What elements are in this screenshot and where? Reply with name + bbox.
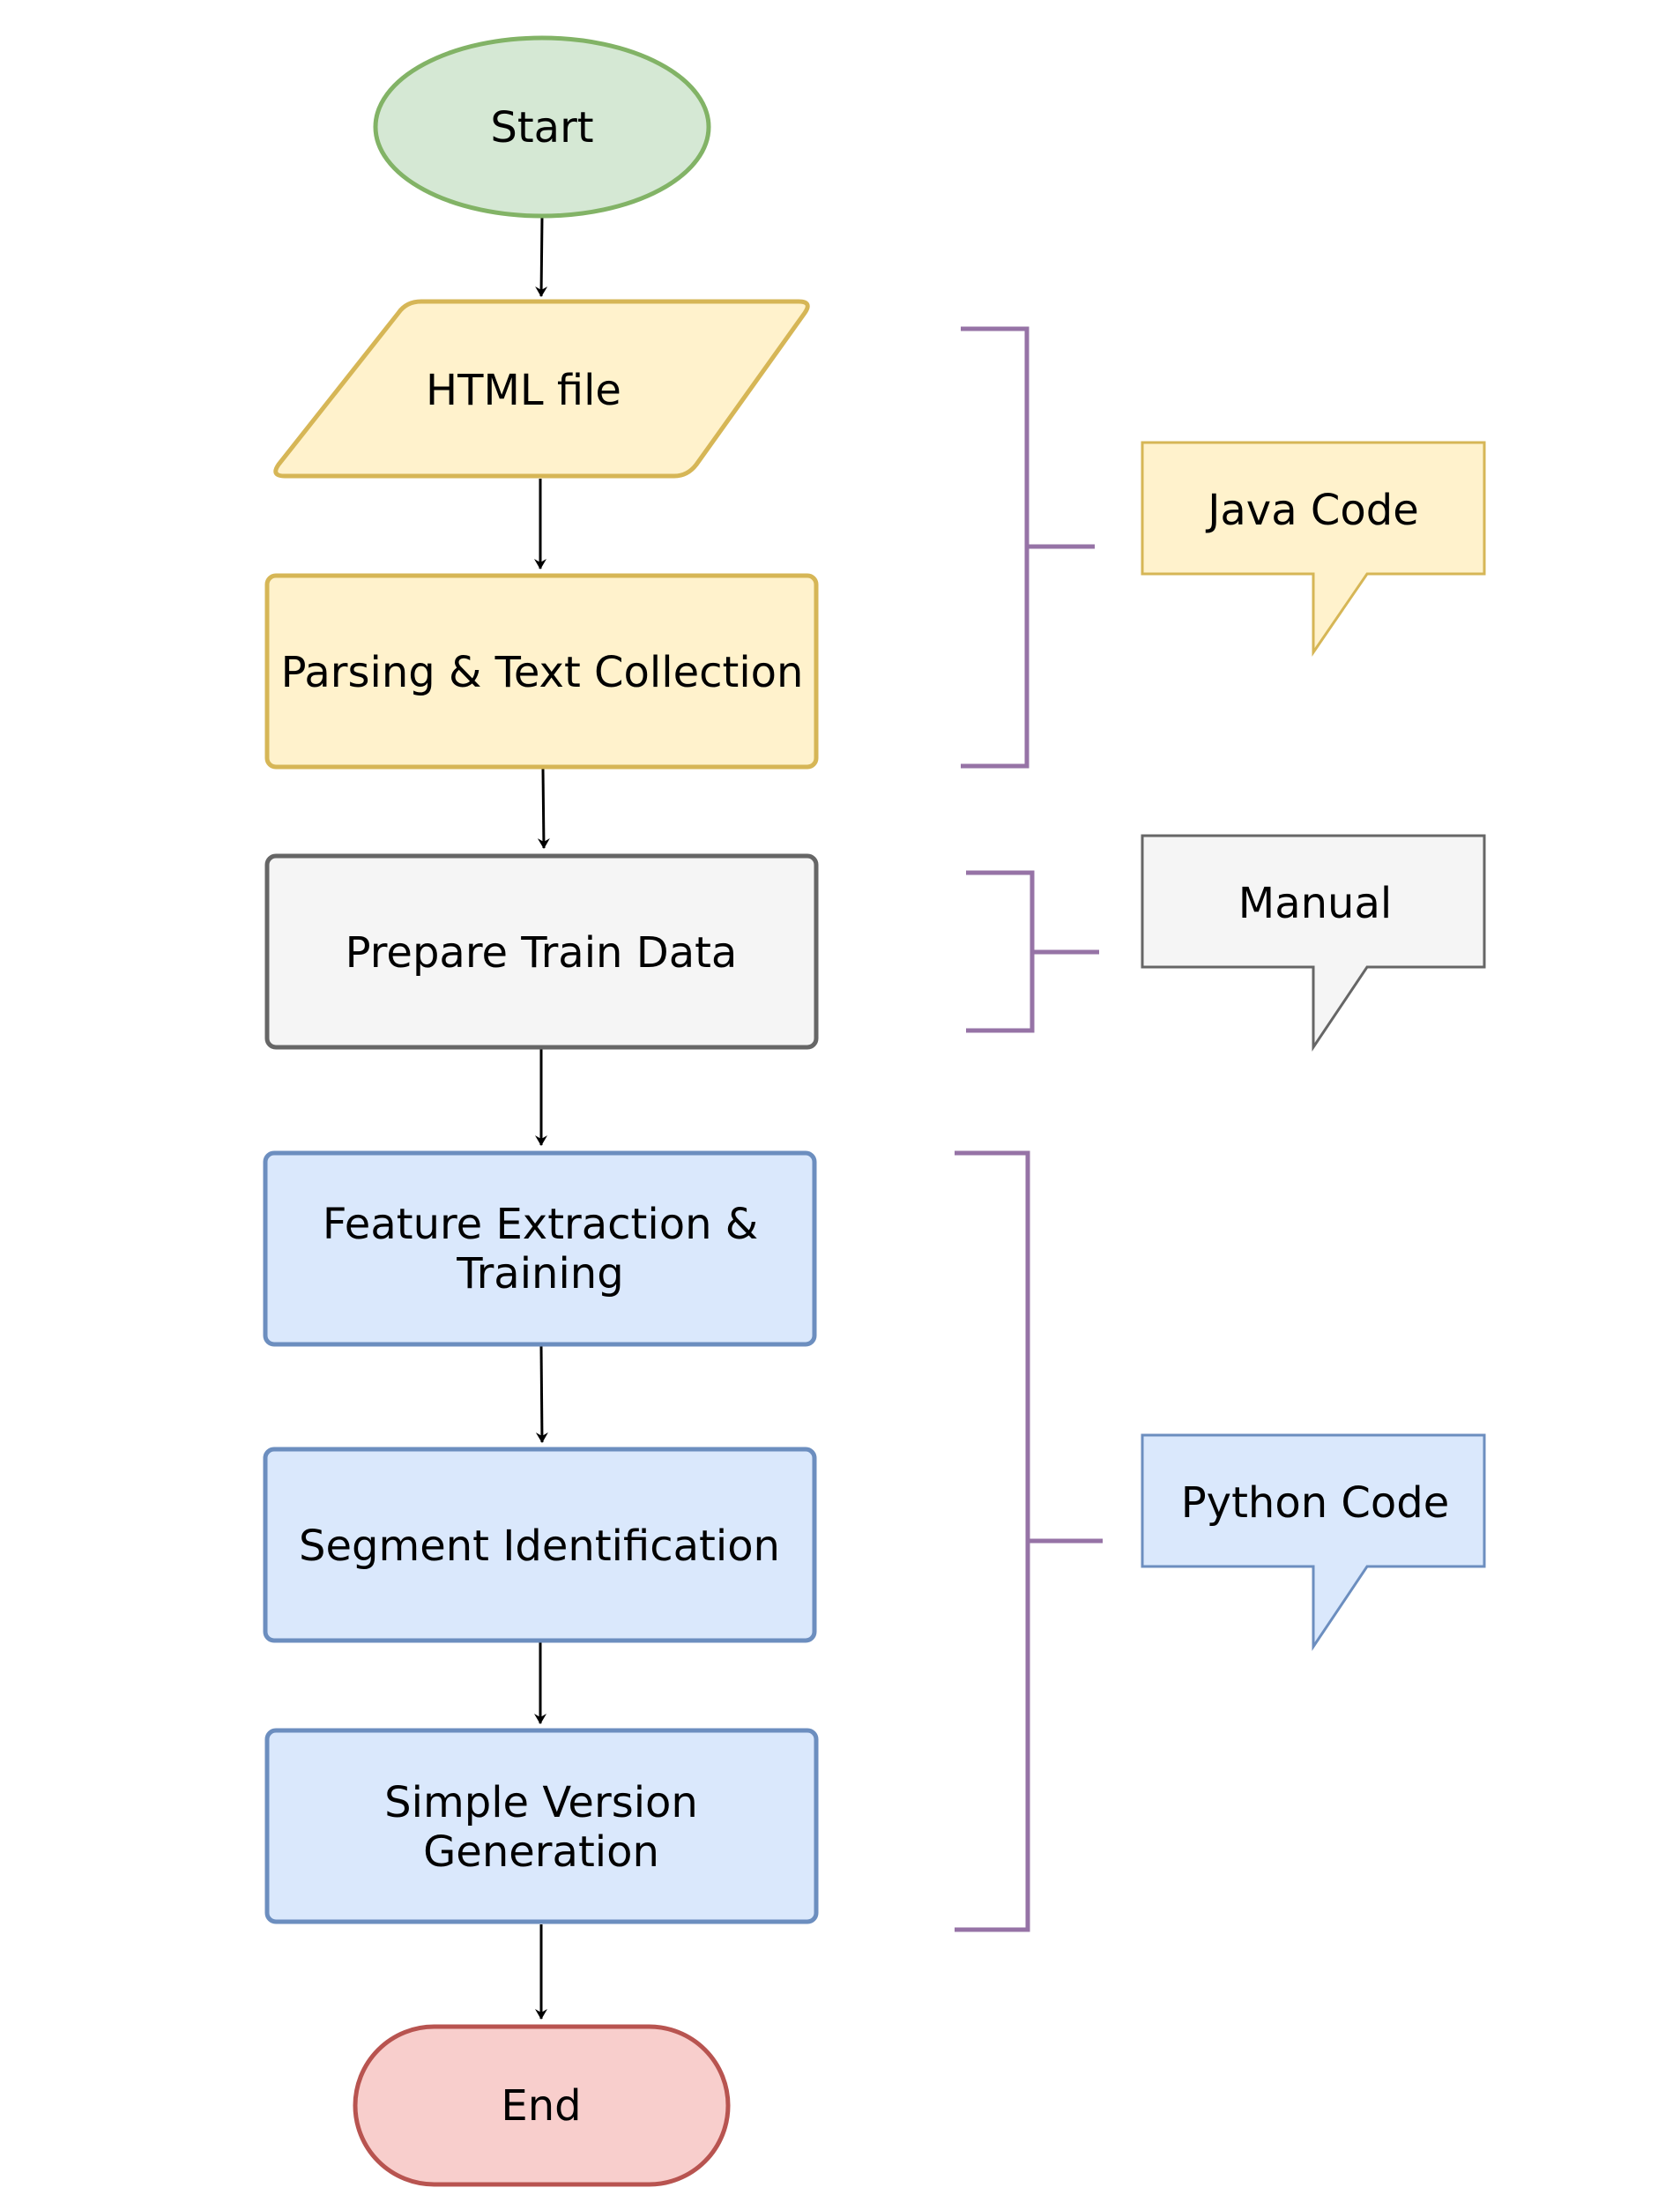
end-label: End	[501, 2081, 581, 2131]
node-simple[interactable]: Simple Version Generation	[264, 1728, 819, 1924]
node-html-file[interactable]: HTML file	[273, 299, 810, 479]
node-feature[interactable]: Feature Extraction & Training	[263, 1150, 817, 1347]
node-prepare[interactable]: Prepare Train Data	[264, 853, 819, 1050]
edge-parsing-prepare	[537, 768, 550, 849]
node-segment[interactable]: Segment Identification	[263, 1447, 817, 1643]
bracket-manual	[966, 870, 1099, 1033]
callout-java: Java Code	[1141, 441, 1486, 657]
callout-manual: Manual	[1141, 834, 1486, 1052]
edge-feature-segment	[535, 1345, 548, 1443]
callout-python: Python Code	[1141, 1433, 1486, 1651]
node-end[interactable]: End	[353, 2024, 731, 2187]
edge-start-html	[535, 216, 548, 297]
segment-label: Segment Identification	[299, 1522, 780, 1571]
start-label: Start	[490, 103, 593, 153]
bracket-manual-shape	[966, 870, 1099, 1033]
flowchart-canvas: Start HTML file Parsing & Text Collectio…	[263, 35, 1486, 2187]
callout-manual-shape	[1141, 834, 1486, 1052]
bracket-python	[955, 1150, 1103, 1932]
prepare-label: Prepare Train Data	[346, 928, 738, 978]
callout-manual-label: Manual	[1238, 879, 1392, 928]
bracket-java-shape	[961, 326, 1095, 769]
html-file-label: HTML file	[426, 366, 621, 415]
feature-label-line2: Training	[456, 1249, 623, 1298]
callout-python-shape	[1141, 1433, 1486, 1651]
simple-label-line2: Generation	[423, 1827, 659, 1877]
feature-label-line1: Feature Extraction &	[323, 1200, 758, 1249]
bracket-python-shape	[955, 1150, 1103, 1932]
node-start[interactable]: Start	[373, 35, 711, 219]
parsing-label: Parsing & Text Collection	[281, 648, 804, 697]
bracket-java	[961, 326, 1095, 769]
simple-label-line1: Simple Version	[384, 1778, 698, 1827]
node-parsing[interactable]: Parsing & Text Collection	[264, 573, 819, 770]
callout-java-label: Java Code	[1205, 486, 1419, 535]
callout-python-label: Python Code	[1181, 1478, 1450, 1528]
callout-java-shape	[1141, 441, 1486, 657]
